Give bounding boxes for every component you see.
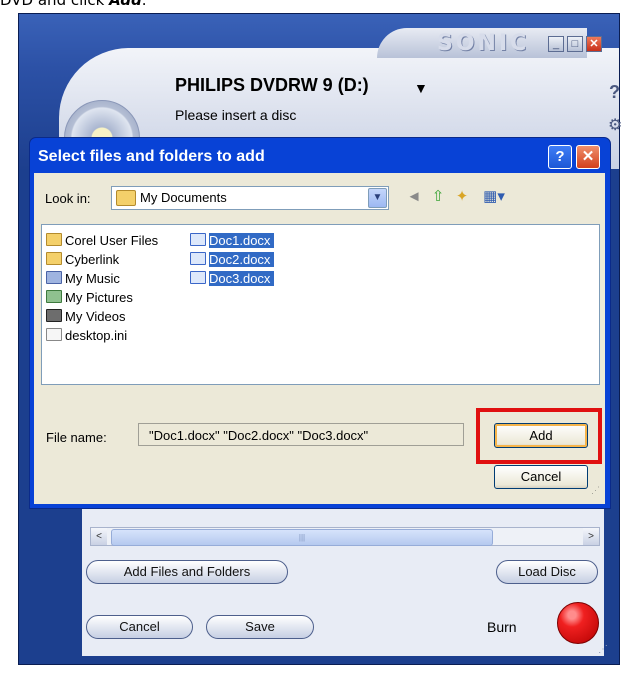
documents-folder-icon bbox=[116, 190, 136, 206]
horizontal-scrollbar[interactable]: < ||| > bbox=[90, 527, 600, 546]
add-files-and-folders-button[interactable]: Add Files and Folders bbox=[86, 560, 288, 584]
burn-label: Burn bbox=[487, 619, 517, 635]
item-label: Doc1.docx bbox=[209, 233, 275, 248]
file-name-label: File name: bbox=[46, 430, 107, 445]
drive-status: Please insert a disc bbox=[175, 107, 297, 123]
views-menu-icon[interactable]: ▦▾ bbox=[479, 187, 509, 207]
word-document-icon bbox=[190, 271, 206, 284]
look-in-label: Look in: bbox=[45, 191, 91, 206]
list-item-selected[interactable]: Doc1.docx bbox=[190, 231, 275, 250]
file-list[interactable]: Corel User Files Cyberlink My Music My P… bbox=[41, 224, 600, 385]
instruction-prefix: DVD and click bbox=[0, 0, 110, 9]
folder-icon bbox=[46, 233, 62, 246]
select-files-dialog: Select files and folders to add ? ✕ Look… bbox=[29, 137, 611, 509]
item-label: Corel User Files bbox=[65, 233, 159, 248]
videos-folder-icon bbox=[46, 309, 62, 322]
instruction-text: DVD and click Add. bbox=[0, 0, 147, 9]
dialog-help-button[interactable]: ? bbox=[548, 145, 572, 169]
drive-selector[interactable]: PHILIPS DVDRW 9 (D:) bbox=[175, 75, 369, 96]
up-folder-icon[interactable]: ⇧ bbox=[428, 187, 448, 207]
instruction-suffix: . bbox=[141, 0, 147, 9]
file-name-field[interactable]: "Doc1.docx" "Doc2.docx" "Doc3.docx" bbox=[138, 423, 464, 446]
look-in-dropdown[interactable]: My Documents ▼ bbox=[111, 186, 389, 210]
list-item[interactable]: Cyberlink bbox=[46, 250, 158, 269]
folder-icon bbox=[46, 252, 62, 265]
dialog-body: Look in: My Documents ▼ ◄ ⇧ ✦ ▦▾ Corel U… bbox=[34, 173, 605, 504]
list-item[interactable]: My Music bbox=[46, 269, 158, 288]
back-icon[interactable]: ◄ bbox=[404, 187, 424, 207]
app-cancel-button[interactable]: Cancel bbox=[86, 615, 193, 639]
add-button[interactable]: Add bbox=[494, 423, 588, 448]
scroll-right-button[interactable]: > bbox=[583, 528, 599, 545]
list-item-selected[interactable]: Doc3.docx bbox=[190, 269, 275, 288]
dialog-resize-grip-icon[interactable]: ⋰ bbox=[591, 485, 600, 496]
file-column-1: Corel User Files Cyberlink My Music My P… bbox=[46, 231, 158, 345]
drive-dropdown-icon[interactable]: ▼ bbox=[414, 80, 428, 96]
item-label: My Music bbox=[65, 271, 120, 286]
list-item[interactable]: My Videos bbox=[46, 307, 158, 326]
scroll-left-button[interactable]: < bbox=[91, 528, 107, 545]
word-document-icon bbox=[190, 252, 206, 265]
resize-grip-icon[interactable]: ⋰ bbox=[598, 644, 608, 655]
load-disc-button[interactable]: Load Disc bbox=[496, 560, 598, 584]
item-label: Doc3.docx bbox=[209, 271, 275, 286]
file-column-2: Doc1.docx Doc2.docx Doc3.docx bbox=[190, 231, 275, 288]
save-button[interactable]: Save bbox=[206, 615, 314, 639]
music-folder-icon bbox=[46, 271, 62, 284]
instruction-action: Add bbox=[109, 0, 142, 9]
list-item-selected[interactable]: Doc2.docx bbox=[190, 250, 275, 269]
new-folder-icon[interactable]: ✦ bbox=[452, 187, 472, 207]
app-close-button[interactable]: ✕ bbox=[586, 36, 602, 52]
word-document-icon bbox=[190, 233, 206, 246]
maximize-button[interactable]: □ bbox=[567, 36, 583, 52]
list-item[interactable]: Corel User Files bbox=[46, 231, 158, 250]
dialog-title: Select files and folders to add bbox=[38, 148, 265, 165]
list-item[interactable]: My Pictures bbox=[46, 288, 158, 307]
dialog-close-button[interactable]: ✕ bbox=[576, 145, 600, 169]
pictures-folder-icon bbox=[46, 290, 62, 303]
list-item[interactable]: desktop.ini bbox=[46, 326, 158, 345]
burn-button[interactable] bbox=[557, 602, 599, 644]
item-label: My Videos bbox=[65, 309, 126, 324]
item-label: My Pictures bbox=[65, 290, 133, 305]
sonic-logo: SONIC bbox=[437, 31, 530, 56]
settings-file-icon bbox=[46, 328, 62, 341]
chevron-down-icon[interactable]: ▼ bbox=[368, 188, 387, 208]
help-icon[interactable]: ? bbox=[609, 82, 620, 103]
item-label: desktop.ini bbox=[65, 328, 128, 343]
look-in-value: My Documents bbox=[140, 190, 227, 205]
cancel-button[interactable]: Cancel bbox=[494, 465, 588, 489]
minimize-button[interactable]: _ bbox=[548, 36, 564, 52]
scroll-thumb[interactable]: ||| bbox=[111, 529, 493, 546]
tools-icon[interactable]: ⚙ bbox=[608, 115, 622, 135]
item-label: Cyberlink bbox=[65, 252, 120, 267]
item-label: Doc2.docx bbox=[209, 252, 275, 267]
